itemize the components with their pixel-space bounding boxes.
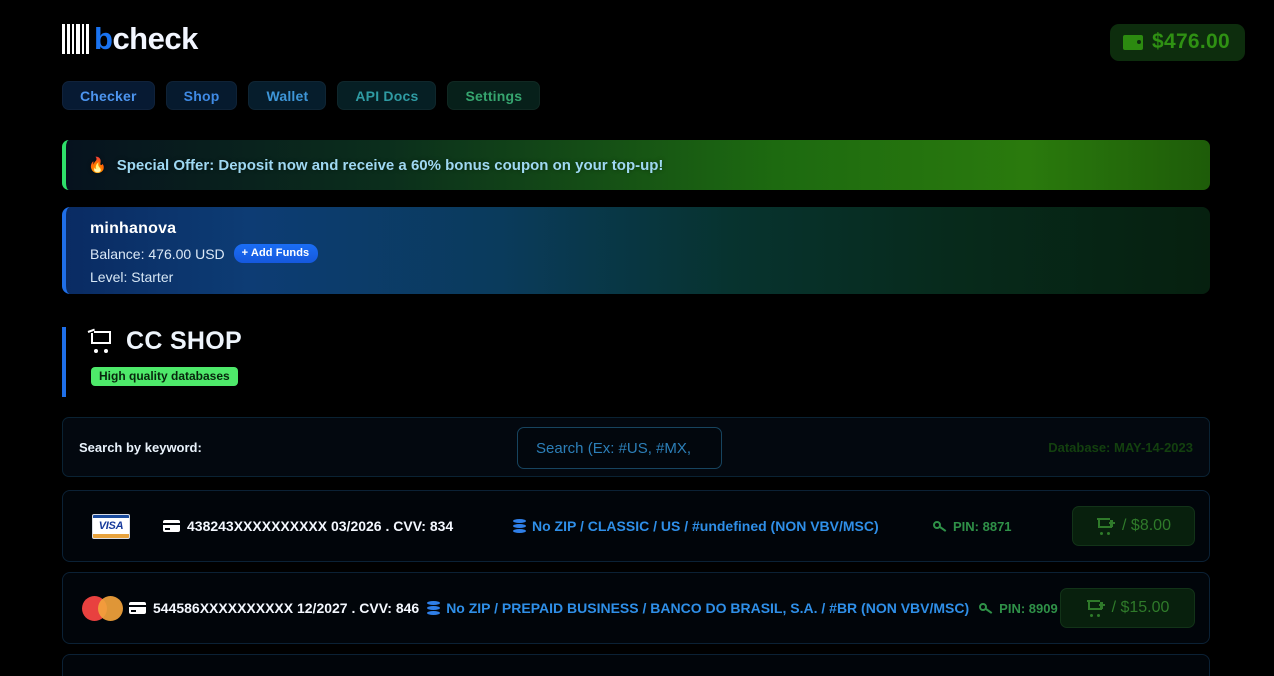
wallet-icon [1122, 34, 1143, 50]
card-brand-mastercard [77, 595, 129, 622]
card-meta: No ZIP / CLASSIC / US / #undefined (NON … [532, 518, 879, 534]
app-page: b check $476.00 Checker Shop Wallet API … [0, 0, 1274, 676]
logo[interactable]: b check [62, 20, 198, 58]
main-nav: Checker Shop Wallet API Docs Settings [62, 81, 541, 110]
shopping-cart-icon [87, 328, 114, 354]
card-number-segment: 438243XXXXXXXXXX 03/2026 . CVV: 834 [163, 518, 513, 534]
balance-row: Balance: 476.00 USD + Add Funds [90, 244, 1210, 263]
card-pin: PIN: 8909 [999, 600, 1058, 616]
add-funds-button[interactable]: + Add Funds [233, 244, 319, 263]
key-icon [979, 602, 993, 614]
cart-plus-icon [1096, 517, 1116, 535]
card-row[interactable] [62, 654, 1210, 676]
card-meta: No ZIP / PREPAID BUSINESS / BANCO DO BRA… [446, 600, 970, 616]
page-title-row: CC SHOP [87, 327, 462, 356]
mastercard-logo-icon [82, 595, 124, 622]
card-number-segment: 544586XXXXXXXXXX 12/2027 . CVV: 846 No Z… [129, 600, 969, 616]
nav-tab-checker[interactable]: Checker [62, 81, 155, 110]
barcode-icon [62, 24, 91, 54]
card-details: 544586XXXXXXXXXX 12/2027 . CVV: 846 No Z… [129, 588, 1209, 628]
database-label: Database: MAY-14-2023 [1048, 440, 1193, 455]
search-label: Search by keyword: [79, 440, 202, 455]
quality-badge: High quality databases [91, 367, 238, 386]
card-number: 544586XXXXXXXXXX 12/2027 . CVV: 846 [153, 600, 420, 616]
logo-b-letter: b [94, 21, 113, 56]
header: b check $476.00 [0, 0, 1274, 76]
card-meta-segment: No ZIP / CLASSIC / US / #undefined (NON … [513, 518, 933, 534]
card-pin-segment: PIN: 8909 [979, 601, 1058, 616]
nav-tab-shop[interactable]: Shop [165, 81, 238, 110]
database-icon [427, 601, 441, 615]
card-brand-visa: VISA [75, 513, 147, 539]
buy-price: / $15.00 [1111, 599, 1170, 616]
database-icon [513, 519, 526, 533]
cart-plus-icon [1086, 599, 1105, 617]
visa-logo-text: VISA [98, 520, 124, 532]
level-text: Level: Starter [90, 269, 174, 285]
card-row[interactable]: 544586XXXXXXXXXX 12/2027 . CVV: 846 No Z… [62, 572, 1210, 644]
buy-price: / $8.00 [1122, 517, 1171, 534]
nav-tab-wallet[interactable]: Wallet [248, 81, 327, 110]
section-header: CC SHOP High quality databases [62, 327, 462, 397]
credit-card-icon [129, 602, 146, 614]
card-details: 438243XXXXXXXXXX 03/2026 . CVV: 834 No Z… [147, 506, 1209, 546]
card-pin-segment: PIN: 8871 [933, 519, 1012, 534]
user-profile-card: minhanova Balance: 476.00 USD + Add Fund… [62, 207, 1210, 294]
visa-logo-icon: VISA [92, 513, 130, 539]
offer-text: Special Offer: Deposit now and receive a… [116, 156, 664, 174]
balance-amount: $476.00 [1151, 30, 1230, 53]
search-panel: Search by keyword: Database: MAY-14-2023 [62, 417, 1210, 477]
flame-icon: 🔥 [88, 157, 107, 174]
card-number: 438243XXXXXXXXXX 03/2026 . CVV: 834 [187, 518, 454, 534]
balance-text: Balance: 476.00 USD [90, 245, 225, 262]
card-details [63, 661, 1209, 676]
credit-card-icon [163, 520, 180, 532]
card-row[interactable]: VISA 438243XXXXXXXXXX 03/2026 . CVV: 834… [62, 490, 1210, 562]
logo-text: check [112, 21, 198, 56]
offer-content: 🔥 Special Offer: Deposit now and receive… [66, 156, 664, 175]
username: minhanova [90, 220, 177, 237]
card-pin: PIN: 8871 [953, 518, 1012, 534]
nav-tab-settings[interactable]: Settings [447, 81, 541, 110]
buy-button[interactable]: / $8.00 [1072, 506, 1195, 546]
buy-button[interactable]: / $15.00 [1060, 588, 1195, 628]
special-offer-banner[interactable]: 🔥 Special Offer: Deposit now and receive… [62, 140, 1210, 190]
key-icon [933, 520, 947, 532]
nav-tab-api-docs[interactable]: API Docs [337, 81, 437, 110]
balance-badge[interactable]: $476.00 [1109, 24, 1245, 61]
page-title: CC SHOP [126, 327, 243, 355]
search-input[interactable] [517, 427, 722, 469]
